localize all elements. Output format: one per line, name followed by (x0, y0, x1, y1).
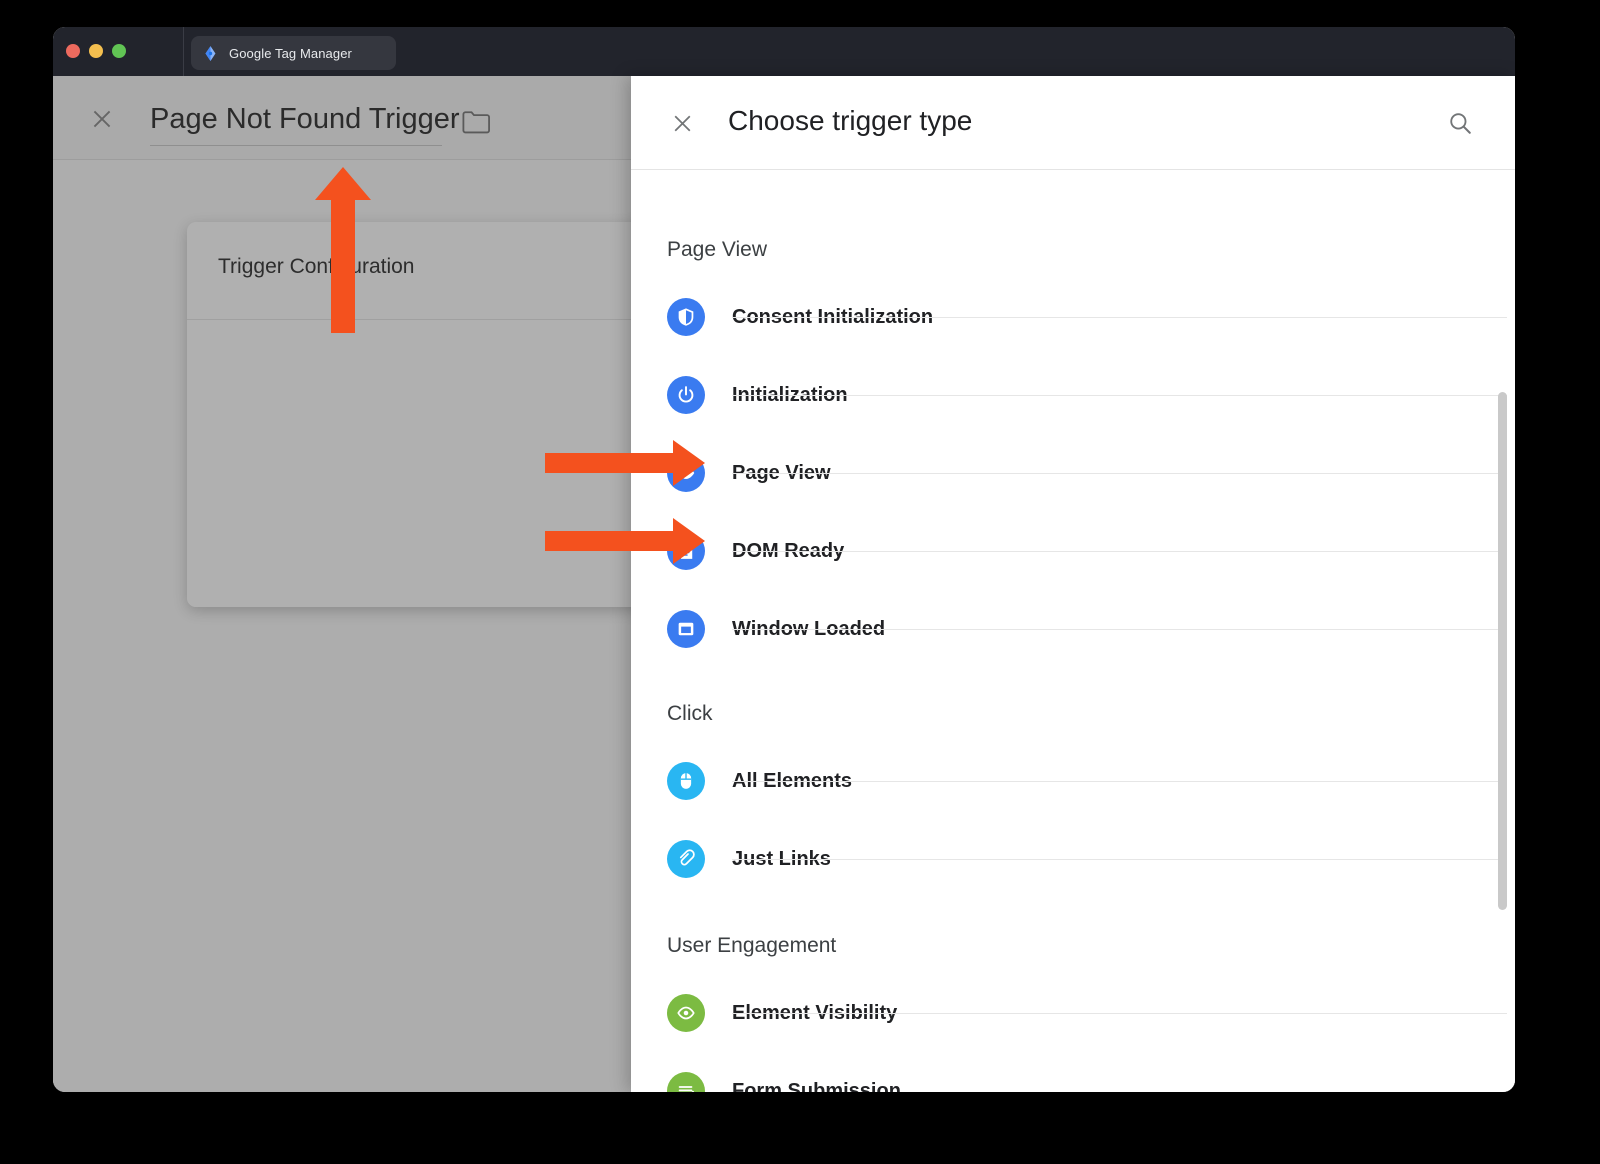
list-divider (732, 629, 1507, 630)
trigger-type-list[interactable]: Page View Consent Initialization Initial… (631, 171, 1515, 1092)
maximize-window-button[interactable] (112, 44, 126, 58)
section-heading-click: Click (667, 702, 713, 725)
panel-scrollbar-track[interactable] (1498, 267, 1511, 1090)
trigger-type-form-submission[interactable]: Form Submission (631, 1052, 1515, 1092)
form-check-icon (667, 1072, 705, 1092)
list-divider (732, 395, 1507, 396)
browser-tab[interactable]: Google Tag Manager (191, 36, 396, 70)
panel-scrollbar-thumb[interactable] (1498, 392, 1507, 910)
close-icon[interactable] (89, 106, 115, 132)
link-icon (667, 840, 705, 878)
search-icon[interactable] (1447, 110, 1473, 136)
traffic-lights (66, 44, 126, 58)
close-window-button[interactable] (66, 44, 80, 58)
minimize-window-button[interactable] (89, 44, 103, 58)
panel-header: Choose trigger type (631, 76, 1515, 170)
arrow-to-page-view (545, 440, 705, 486)
gtm-diamond-icon (202, 45, 219, 62)
trigger-name-underline (150, 145, 442, 146)
trigger-name-value: Page Not Found Trigger (150, 103, 460, 135)
list-divider (732, 1013, 1507, 1014)
close-icon[interactable] (670, 111, 695, 136)
eye-outline-icon (667, 994, 705, 1032)
power-icon (667, 376, 705, 414)
browser-tab-title: Google Tag Manager (229, 45, 352, 61)
list-divider (732, 473, 1507, 474)
arrow-to-dom-ready (545, 518, 705, 564)
list-divider (732, 781, 1507, 782)
list-divider (732, 317, 1507, 318)
list-divider (732, 551, 1507, 552)
choose-trigger-type-panel: Choose trigger type Page View Consent In… (631, 76, 1515, 1092)
window-icon (667, 610, 705, 648)
trigger-name-field[interactable]: Page Not Found Trigger (150, 100, 460, 146)
chrome-divider (183, 27, 184, 76)
browser-window: Google Tag Manager Page Not Found Trigge… (53, 27, 1515, 1092)
arrow-to-trigger-name (315, 167, 371, 333)
shield-icon (667, 298, 705, 336)
browser-titlebar: Google Tag Manager (53, 27, 1515, 76)
list-divider (732, 859, 1507, 860)
mouse-icon (667, 762, 705, 800)
trigger-type-label: Form Submission (732, 1079, 901, 1093)
folder-icon[interactable] (461, 110, 491, 134)
panel-title: Choose trigger type (728, 105, 973, 136)
section-heading-user-engagement: User Engagement (667, 934, 837, 957)
section-heading-page-view: Page View (667, 238, 768, 261)
